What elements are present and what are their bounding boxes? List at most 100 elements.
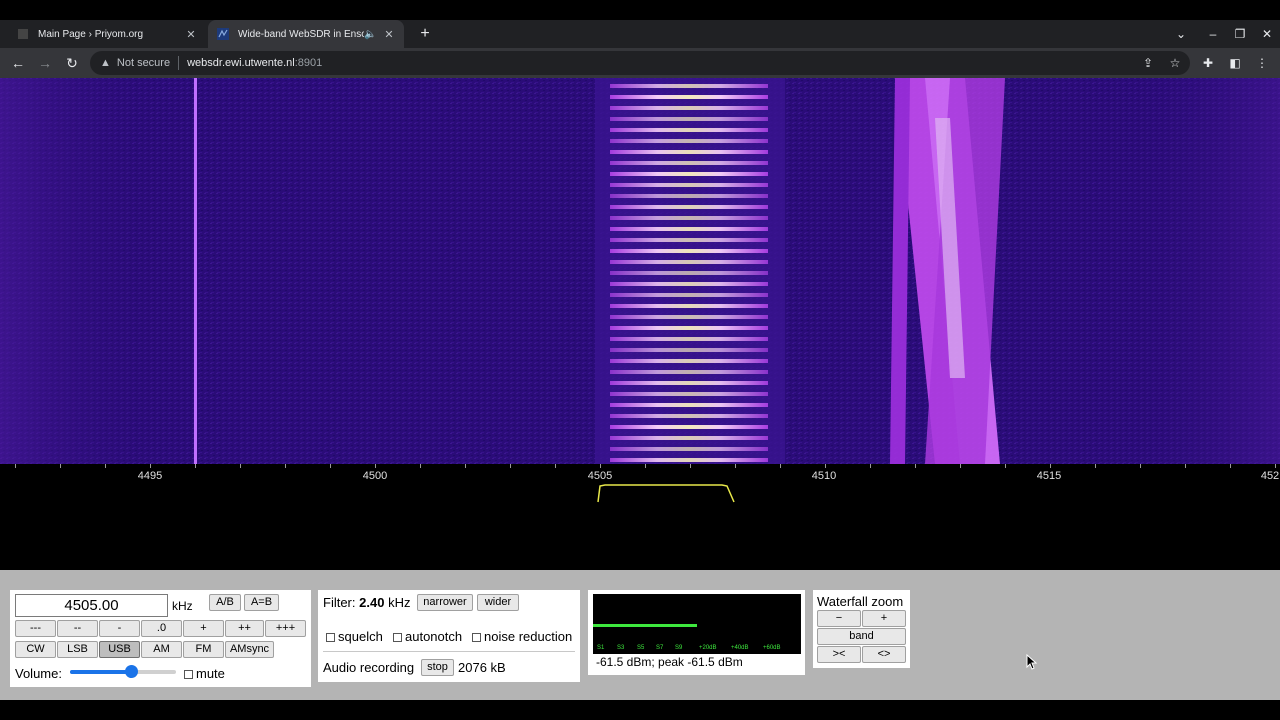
step-down-3-button[interactable]: --- [15, 620, 56, 637]
extensions-icon[interactable]: ✚ [1198, 53, 1218, 73]
waterfall-display[interactable] [0, 78, 1280, 464]
smeter-scale-label: +60dB [763, 645, 781, 651]
signal-stripe [610, 370, 768, 374]
recording-label: Audio recording [323, 660, 415, 675]
signal-stripe [610, 139, 768, 143]
zoom-band-button[interactable]: band [817, 628, 906, 645]
checkbox-icon [326, 633, 335, 643]
websdr-favicon-icon [216, 27, 230, 41]
waterfall-zoom-title: Waterfall zoom [817, 594, 904, 609]
address-bar[interactable]: ▲ Not secure websdr.ewi.utwente.nl:8901 [90, 51, 1190, 75]
autonotch-checkbox[interactable]: autonotch [393, 629, 462, 644]
aeqb-button[interactable]: A=B [244, 594, 279, 611]
bookmark-star-icon[interactable]: ☆ [1165, 53, 1185, 73]
zoom-expand-button[interactable]: <> [862, 646, 906, 663]
recording-size: 2076 kB [458, 660, 506, 675]
noise-reduction-label: noise reduction [484, 629, 573, 644]
signal-stripe [610, 447, 768, 451]
wider-button[interactable]: wider [477, 594, 519, 611]
smeter-scale-label: S3 [617, 645, 625, 651]
noise-reduction-checkbox[interactable]: noise reduction [472, 629, 572, 644]
mode-lsb-button[interactable]: LSB [57, 641, 98, 658]
share-icon[interactable]: ⇪ [1138, 53, 1158, 73]
signal-stripe [610, 348, 768, 352]
zoom-out-button[interactable]: − [817, 610, 861, 627]
forward-icon[interactable]: → [35, 53, 55, 73]
new-tab-icon[interactable]: + [416, 24, 434, 44]
signal-reading: -61.5 dBm; peak -61.5 dBm [596, 655, 743, 669]
frequency-input[interactable]: 4505.00 [15, 594, 168, 617]
checkbox-icon [393, 633, 402, 643]
filter-readout: Filter: 2.40 kHz [323, 595, 410, 610]
round-button[interactable]: .0 [141, 620, 182, 637]
signal-stripe [610, 282, 768, 286]
close-icon[interactable]: ✕ [382, 28, 396, 41]
step-down-1-button[interactable]: - [99, 620, 140, 637]
mode-fm-button[interactable]: FM [183, 641, 224, 658]
stop-recording-button[interactable]: stop [421, 659, 454, 676]
zoom-in-button[interactable]: + [862, 610, 906, 627]
signal-stripe [610, 271, 768, 275]
signal-stripe [610, 436, 768, 440]
passband-indicator[interactable] [0, 464, 1280, 504]
signal-stripe [610, 414, 768, 418]
signal-stripe [610, 238, 768, 242]
mute-label: mute [196, 666, 225, 681]
step-up-3-button[interactable]: +++ [265, 620, 306, 637]
frequency-scale[interactable]: 4495 4500 4505 4510 4515 452 [0, 464, 1280, 504]
autonotch-label: autonotch [405, 629, 463, 644]
url-host: websdr.ewi.utwente.nl [187, 57, 295, 69]
signal-meter: S1 S3 S5 S7 S9 +20dB +40dB +60dB [593, 594, 801, 654]
signal-stripe [610, 205, 768, 209]
scale-dark-area [0, 504, 1280, 570]
narrower-button[interactable]: narrower [417, 594, 473, 611]
close-icon[interactable]: ✕ [184, 28, 198, 41]
smeter-scale-label: S7 [656, 645, 664, 651]
signal-stripe [610, 128, 768, 132]
omnibox-divider [178, 56, 180, 70]
squelch-checkbox[interactable]: squelch [326, 629, 383, 644]
mode-am-button[interactable]: AM [141, 641, 182, 658]
priyom-favicon-icon [16, 27, 30, 41]
back-icon[interactable]: ← [8, 53, 28, 73]
smeter-scale-label: +40dB [731, 645, 749, 651]
squelch-label: squelch [338, 629, 383, 644]
signal-stripe [610, 315, 768, 319]
signal-meter-graphic: S1 S3 S5 S7 S9 +20dB +40dB +60dB [593, 624, 781, 651]
browser-tab-strip: Main Page › Priyom.org ✕ Wide-band WebSD… [0, 20, 1280, 48]
filter-label: Filter: [323, 595, 356, 610]
restore-icon[interactable]: ❐ [1229, 24, 1251, 44]
speaker-icon[interactable]: 🔈 [364, 29, 378, 40]
menu-icon[interactable]: ⋮ [1252, 53, 1272, 73]
ab-button[interactable]: A/B [209, 594, 241, 611]
smeter-scale-label: S5 [637, 645, 645, 651]
signal-stripe [610, 84, 768, 88]
step-down-2-button[interactable]: -- [57, 620, 98, 637]
mode-cw-button[interactable]: CW [15, 641, 56, 658]
tab-title: Main Page › Priyom.org [38, 28, 144, 40]
side-panel-icon[interactable]: ◧ [1225, 53, 1245, 73]
tab-search-icon[interactable]: ⌄ [1170, 24, 1192, 44]
mode-usb-button[interactable]: USB [99, 641, 140, 658]
step-up-2-button[interactable]: ++ [225, 620, 264, 637]
top-black-bar [0, 0, 1280, 20]
signal-level-bar [593, 624, 697, 627]
mode-amsync-button[interactable]: AMsync [225, 641, 274, 658]
reload-icon[interactable]: ↻ [62, 53, 82, 73]
tab-priyom[interactable]: Main Page › Priyom.org ✕ [8, 20, 206, 48]
close-window-icon[interactable]: ✕ [1256, 24, 1278, 44]
volume-label: Volume: [15, 666, 62, 681]
signal-stripe [610, 227, 768, 231]
signal-stripe [610, 172, 768, 176]
tab-websdr[interactable]: Wide-band WebSDR in Ensch 🔈 ✕ [208, 20, 404, 48]
smeter-scale-label: S1 [597, 645, 605, 651]
zoom-shrink-button[interactable]: >< [817, 646, 861, 663]
signal-stripe [610, 392, 768, 396]
volume-slider-fill [70, 670, 132, 674]
mute-checkbox[interactable]: mute [184, 666, 225, 681]
signal-stripe [610, 293, 768, 297]
minimize-icon[interactable]: – [1202, 24, 1224, 44]
bottom-black-bar [0, 700, 1280, 720]
waterfall-image [0, 78, 1280, 464]
step-up-1-button[interactable]: + [183, 620, 224, 637]
